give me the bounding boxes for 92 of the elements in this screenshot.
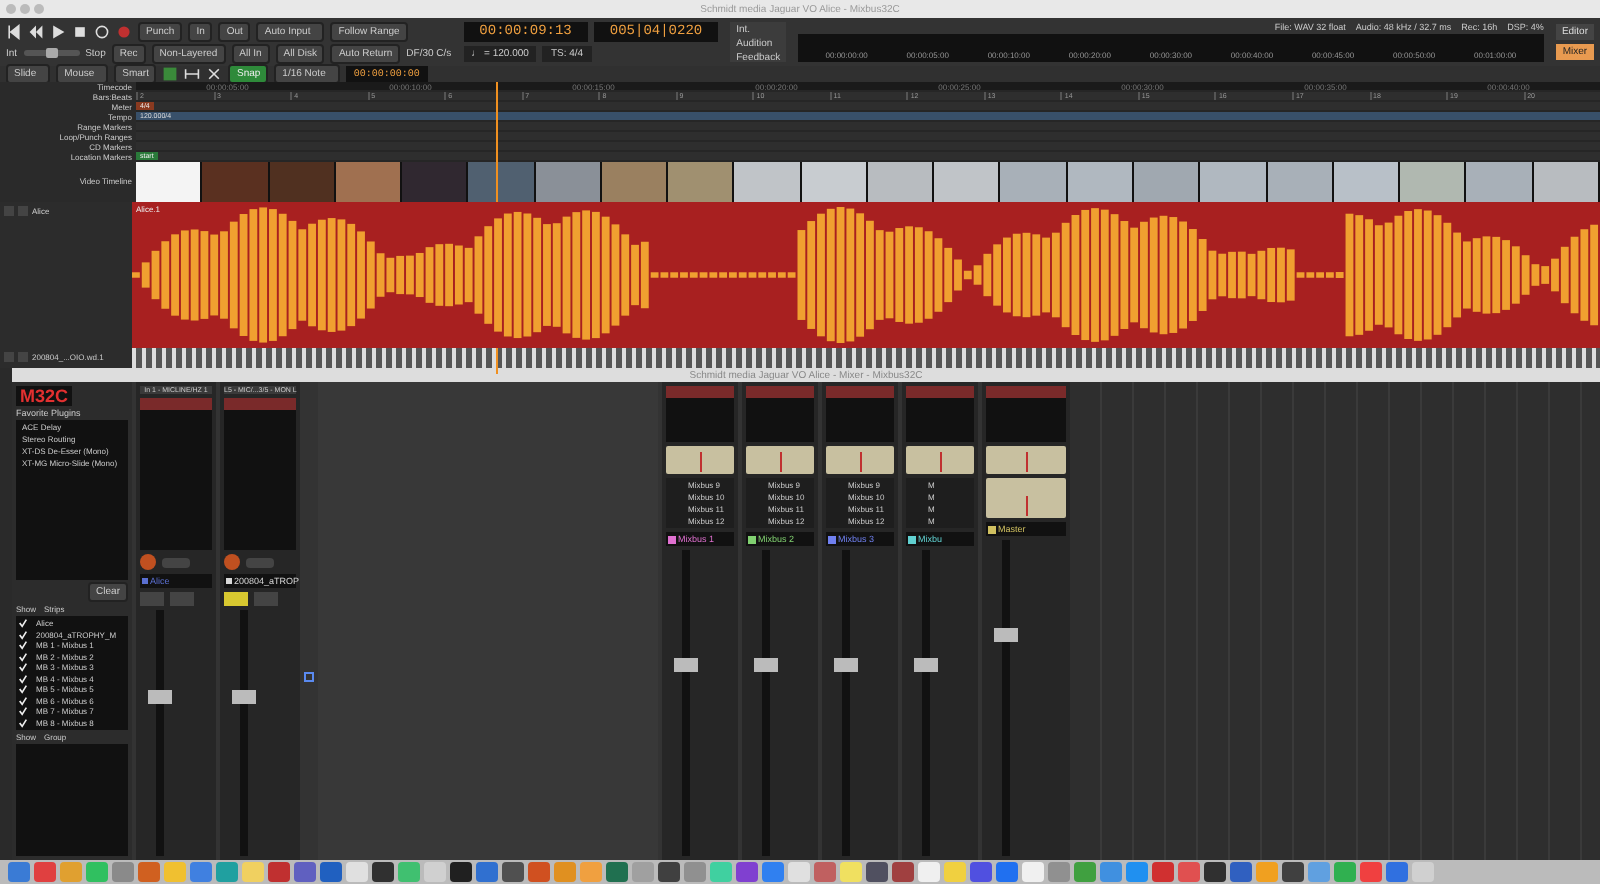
fader-handle[interactable] — [674, 658, 698, 673]
mon-button[interactable] — [246, 557, 274, 567]
photo-placeholder — [1333, 162, 1401, 202]
app-icon[interactable] — [1204, 862, 1226, 882]
loop-icon[interactable] — [94, 23, 110, 39]
fader-handle[interactable] — [148, 689, 172, 704]
app-icon[interactable] — [892, 862, 914, 882]
plugin-box — [666, 386, 734, 442]
vu-meter — [666, 446, 734, 474]
app-icon[interactable] — [970, 862, 992, 882]
mon-button[interactable] — [162, 557, 190, 567]
photo-placeholder — [1267, 162, 1334, 202]
app-icon[interactable] — [1230, 862, 1252, 882]
rewind-icon[interactable] — [28, 23, 44, 39]
photo-placeholder — [1000, 162, 1068, 202]
fader-handle[interactable] — [232, 689, 256, 704]
app-icon[interactable] — [268, 862, 290, 882]
show-checkbox[interactable] — [18, 629, 28, 640]
show-checkbox[interactable] — [18, 684, 28, 695]
photo-placeholder — [801, 162, 868, 202]
app-icon[interactable] — [372, 862, 394, 882]
stop-icon[interactable] — [72, 23, 88, 39]
mute-button[interactable] — [18, 206, 28, 216]
app-icon[interactable] — [658, 862, 680, 882]
groups-list — [16, 744, 128, 856]
app-icon[interactable] — [866, 862, 888, 882]
photo-placeholder — [1533, 162, 1600, 202]
solo-button[interactable] — [254, 592, 278, 606]
vu-meter — [826, 446, 894, 474]
show-checkbox[interactable] — [18, 717, 28, 728]
plugin-box — [986, 386, 1066, 442]
cut-tool-icon[interactable] — [206, 66, 223, 82]
fader-handle[interactable] — [834, 658, 858, 673]
app-icon[interactable] — [294, 862, 316, 882]
mute-button[interactable] — [140, 592, 164, 606]
vu-meter — [906, 446, 974, 474]
photo-placeholder — [136, 162, 203, 202]
mute-button[interactable] — [224, 592, 248, 606]
app-icon[interactable] — [502, 862, 524, 882]
app-icon[interactable] — [320, 862, 342, 882]
photo-placeholder — [934, 162, 1001, 202]
range-tool-icon[interactable] — [184, 66, 201, 82]
add-strip-button[interactable] — [304, 672, 314, 682]
show-checkbox[interactable] — [18, 618, 28, 629]
rewind-start-icon[interactable] — [6, 23, 22, 39]
show-checkbox[interactable] — [18, 662, 28, 673]
fader-handle[interactable] — [994, 627, 1018, 642]
fader-handle[interactable] — [754, 658, 778, 673]
fader-handle[interactable] — [914, 658, 938, 673]
photo-placeholder — [867, 162, 935, 202]
app-icon[interactable] — [606, 862, 628, 882]
plugin-box — [746, 386, 814, 442]
trim-knob[interactable] — [140, 554, 156, 570]
photo-placeholder — [1133, 162, 1201, 202]
logo: M32C — [16, 386, 73, 406]
photo-placeholder — [668, 162, 735, 202]
app-icon[interactable] — [736, 862, 758, 882]
vu-meter — [986, 446, 1066, 474]
app-icon[interactable] — [1282, 862, 1304, 882]
minimize-icon[interactable] — [20, 4, 30, 14]
close-icon[interactable] — [6, 4, 16, 14]
show-checkbox[interactable] — [18, 640, 28, 651]
zoom-icon[interactable] — [34, 4, 44, 14]
photo-placeholder — [734, 162, 802, 202]
record-arm-button[interactable] — [4, 206, 14, 216]
play-icon[interactable] — [50, 23, 66, 39]
vu-meter — [746, 446, 814, 474]
photo-placeholder — [1067, 162, 1134, 202]
solo-button[interactable] — [170, 592, 194, 606]
photo-placeholder — [269, 162, 336, 202]
record-arm-button[interactable] — [4, 352, 14, 362]
app-icon[interactable] — [450, 862, 472, 882]
vu-meter — [986, 478, 1066, 518]
show-checkbox[interactable] — [18, 673, 28, 684]
show-checkbox[interactable] — [18, 706, 28, 717]
photo-placeholder — [1400, 162, 1467, 202]
mute-button[interactable] — [18, 352, 28, 362]
record-icon[interactable] — [116, 23, 132, 39]
photo-placeholder — [1466, 162, 1534, 202]
photo-placeholder — [1200, 162, 1268, 202]
photo-placeholder — [202, 162, 270, 202]
photo-placeholder — [535, 162, 602, 202]
trim-knob[interactable] — [224, 554, 240, 570]
audio-region[interactable] — [132, 348, 1600, 368]
photo-placeholder — [468, 162, 536, 202]
shuttle-thumb[interactable] — [45, 48, 58, 58]
photo-placeholder — [335, 162, 403, 202]
plugin-box — [826, 386, 894, 442]
show-checkbox[interactable] — [18, 651, 28, 662]
plugin-box — [906, 386, 974, 442]
show-checkbox[interactable] — [18, 695, 28, 706]
photo-placeholder — [601, 162, 669, 202]
